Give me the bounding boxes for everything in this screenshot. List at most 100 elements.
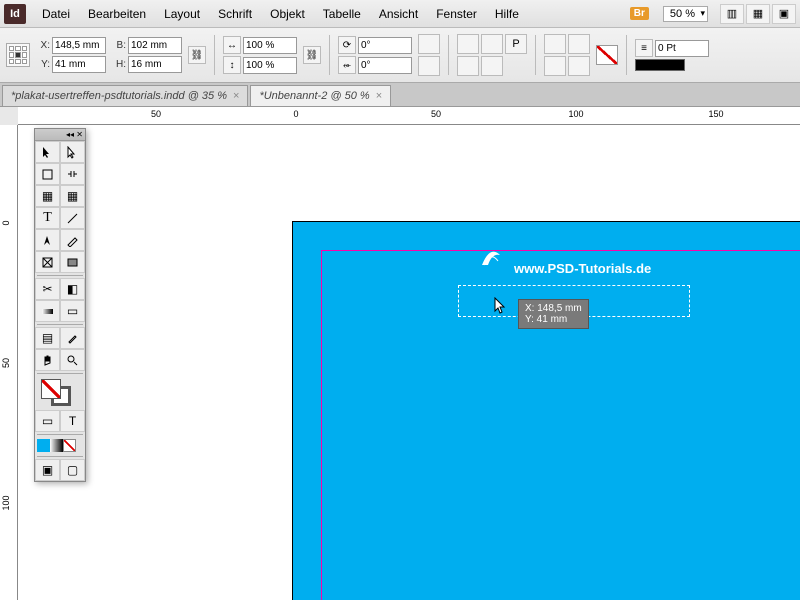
line-tool-icon[interactable] [60,207,85,229]
scale-y-input[interactable] [243,57,297,74]
gradient-swatch-tool-icon[interactable] [35,300,60,322]
selection-tool-icon[interactable] [35,141,60,163]
h-label: H: [112,59,126,70]
view-mode-normal-icon[interactable]: ▣ [35,459,60,481]
select-container-icon[interactable] [457,56,479,76]
ruler-tick: 150 [708,109,723,119]
page-tool-icon[interactable] [35,163,60,185]
tooltip-x: X: 148,5 mm [525,303,582,314]
gap-tool-icon[interactable] [60,163,85,185]
rotation-icon: ⟳ [338,36,356,54]
w-input[interactable] [128,37,182,54]
rotation-input[interactable] [358,37,412,54]
horizontal-ruler[interactable]: 50 0 50 100 150 200 [18,107,800,125]
tab-close-icon[interactable]: × [376,90,382,102]
ruler-tick: 100 [1,495,11,510]
menu-table[interactable]: Tabelle [315,3,369,25]
smart-guide-tooltip: X: 148,5 mm Y: 41 mm [518,299,589,329]
pencil-tool-icon[interactable] [60,229,85,251]
align-1-icon[interactable] [544,34,566,54]
zoom-tool-icon[interactable] [60,349,85,371]
tab-label: *plakat-usertreffen-psdtutorials.indd @ … [11,90,227,102]
w-label: B: [112,40,126,51]
formatting-text-icon[interactable]: T [60,410,85,432]
menu-bar: Id Datei Bearbeiten Layout Schrift Objek… [0,0,800,28]
control-bar: X: Y: B: H: ⛓ ↔ ↕ ⛓ ⟳ [0,28,800,83]
select-content-icon[interactable] [481,56,503,76]
ruler-tick: 0 [1,220,11,225]
content-placer-icon[interactable]: ▦ [60,185,85,207]
menu-help[interactable]: Hilfe [487,3,527,25]
y-input[interactable] [52,56,106,73]
apply-gradient-icon[interactable] [50,439,63,452]
fill-none-icon[interactable] [596,45,618,65]
reference-point-selector[interactable] [6,43,30,67]
free-transform-tool-icon[interactable]: ◧ [60,278,85,300]
ruler-tick: 100 [568,109,583,119]
type-tool-icon[interactable]: T [35,207,60,229]
formatting-container-icon[interactable]: ▭ [35,410,60,432]
panel-collapse-icon[interactable]: ◂◂ ✕ [35,129,85,141]
x-input[interactable] [52,37,106,54]
menu-view[interactable]: Ansicht [371,3,426,25]
flip-h-icon[interactable] [457,34,479,54]
menu-type[interactable]: Schrift [210,3,260,25]
gradient-feather-tool-icon[interactable]: ▭ [60,300,85,322]
rotate-ccw-icon[interactable] [418,56,440,76]
apply-color-icon[interactable] [37,439,50,452]
fill-stroke-swatch[interactable] [35,376,85,410]
content-collector-icon[interactable]: ▦ [35,185,60,207]
constrain-proportions-icon[interactable]: ⛓ [188,46,206,64]
align-3-icon[interactable] [544,56,566,76]
ruler-tick: 50 [1,358,11,368]
url-text[interactable]: www.PSD-Tutorials.de [514,261,651,276]
rotate-cw-icon[interactable] [418,34,440,54]
menu-layout[interactable]: Layout [156,3,208,25]
note-tool-icon[interactable]: ▤ [35,327,60,349]
direct-selection-tool-icon[interactable] [60,141,85,163]
align-2-icon[interactable] [568,34,590,54]
vertical-ruler[interactable]: 0 50 100 [0,125,18,600]
workspace: 50 0 50 100 150 200 0 50 100 www.PSD-Tut… [0,107,800,600]
apply-none-icon[interactable] [63,439,76,452]
view-mode-preview-icon[interactable]: ▢ [60,459,85,481]
workspace-switcher-icon[interactable]: ▣ [772,4,796,24]
tooltip-y: Y: 41 mm [525,314,582,325]
ruler-tick: 50 [431,109,441,119]
align-4-icon[interactable] [568,56,590,76]
logo-graphic[interactable] [478,243,504,274]
stroke-style-swatch[interactable] [635,59,685,71]
rectangle-tool-icon[interactable] [60,251,85,273]
arrange-docs-icon[interactable]: ▦ [746,4,770,24]
document-tab-1[interactable]: *plakat-usertreffen-psdtutorials.indd @ … [2,85,248,106]
menu-edit[interactable]: Bearbeiten [80,3,154,25]
x-label: X: [36,40,50,51]
pen-tool-icon[interactable] [35,229,60,251]
document-tab-2[interactable]: *Unbenannt-2 @ 50 % × [250,85,391,106]
scale-x-icon: ↔ [223,36,241,54]
ruler-tick: 0 [293,109,298,119]
hand-tool-icon[interactable] [35,349,60,371]
menu-object[interactable]: Objekt [262,3,313,25]
tab-close-icon[interactable]: × [233,90,239,102]
menu-file[interactable]: Datei [34,3,78,25]
ruler-tick: 50 [151,109,161,119]
bridge-icon[interactable]: Br [630,7,649,20]
stroke-weight-input[interactable] [655,40,709,57]
shear-icon: ⬰ [338,56,356,74]
rectangle-frame-tool-icon[interactable] [35,251,60,273]
zoom-level-input[interactable]: 50 % [663,6,708,22]
constrain-scale-icon[interactable]: ⛓ [303,46,321,64]
menu-window[interactable]: Fenster [428,3,485,25]
tools-panel[interactable]: ◂◂ ✕ ▦ ▦ T ✂ ◧ ▭ ▤ ▭ T [34,128,86,482]
h-input[interactable] [128,56,182,73]
shear-input[interactable] [358,57,412,74]
flip-v-icon[interactable] [481,34,503,54]
page[interactable] [292,221,800,600]
scale-x-input[interactable] [243,37,297,54]
screen-mode-icon[interactable]: ▥ [720,4,744,24]
canvas[interactable]: www.PSD-Tutorials.de X: 148,5 mm Y: 41 m… [18,125,800,600]
scissors-tool-icon[interactable]: ✂ [35,278,60,300]
p-icon[interactable]: P [505,34,527,54]
eyedropper-tool-icon[interactable] [60,327,85,349]
